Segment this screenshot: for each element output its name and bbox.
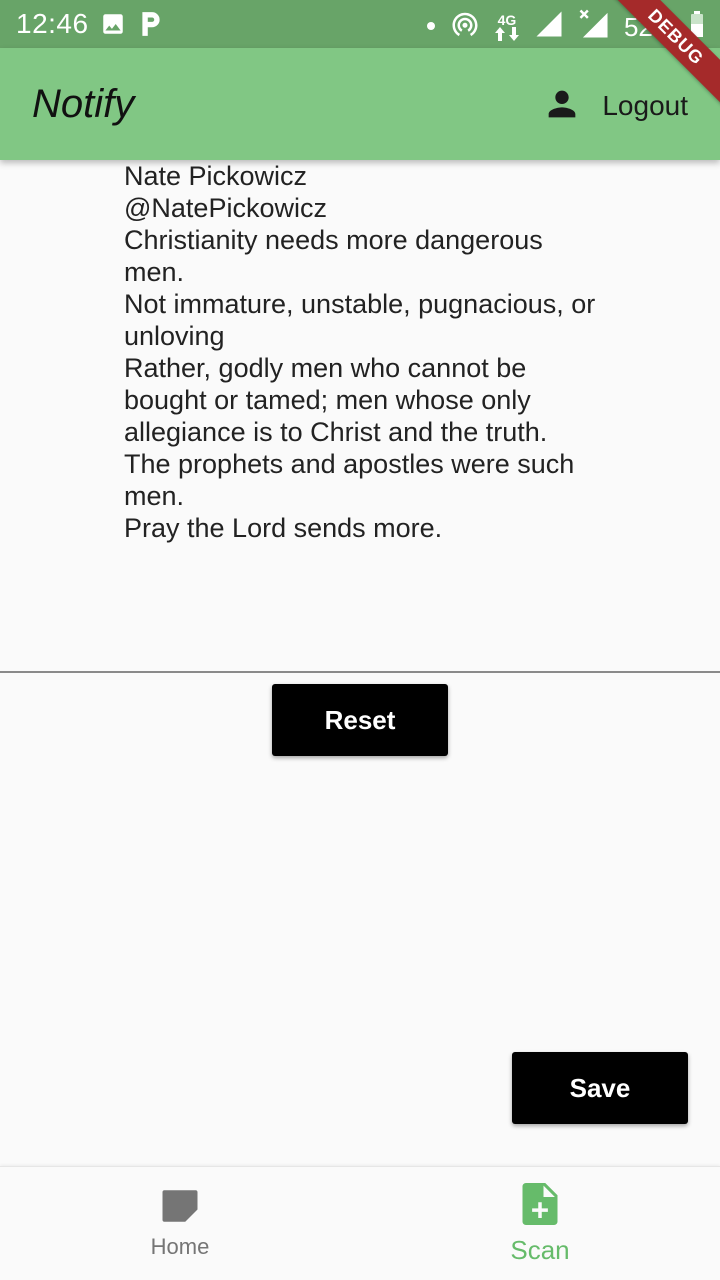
status-bar: 12:46 4G 52% (0, 0, 720, 48)
status-left-icons (100, 10, 164, 43)
scan-line: The prophets and apostles were such men. (124, 449, 575, 511)
scan-line: Pray the Lord sends more. (124, 513, 443, 543)
logout-button[interactable]: Logout (542, 84, 688, 128)
bottom-nav: Home Scan (0, 1166, 720, 1280)
reset-button[interactable]: Reset (272, 684, 448, 756)
logout-label: Logout (602, 90, 688, 121)
app-title: Notify (32, 82, 135, 126)
nav-item-scan[interactable]: Scan (360, 1167, 720, 1280)
save-button[interactable]: Save (512, 1052, 688, 1124)
signal-icon (534, 9, 564, 44)
app-bar: Notify Logout (0, 48, 720, 160)
scan-line: Christianity needs more dangerous men. (124, 225, 543, 287)
scan-line: Not immature, unstable, pugnacious, or u… (124, 289, 596, 351)
hotspot-icon (450, 9, 480, 44)
note-icon (159, 1188, 201, 1228)
network-type: 4G (497, 11, 517, 28)
scan-result-text: Nate Pickowicz @NatePickowicz Christiani… (124, 160, 604, 544)
nav-label-home: Home (150, 1234, 210, 1259)
image-icon (100, 11, 126, 42)
dot-icon (426, 18, 436, 36)
nav-label-scan: Scan (510, 1234, 570, 1265)
status-time: 12:46 (16, 8, 89, 39)
add-file-icon (522, 1182, 558, 1229)
data-arrows-icon: 4G (494, 13, 520, 41)
scan-line: Rather, godly men who cannot be bought o… (124, 353, 548, 447)
person-icon (542, 84, 582, 128)
nav-item-home[interactable]: Home (0, 1167, 360, 1280)
scan-line: @NatePickowicz (124, 193, 327, 223)
parking-icon (138, 10, 164, 43)
signal-x-icon (578, 8, 610, 45)
divider (0, 671, 720, 673)
scan-line: Nate Pickowicz (124, 161, 308, 191)
